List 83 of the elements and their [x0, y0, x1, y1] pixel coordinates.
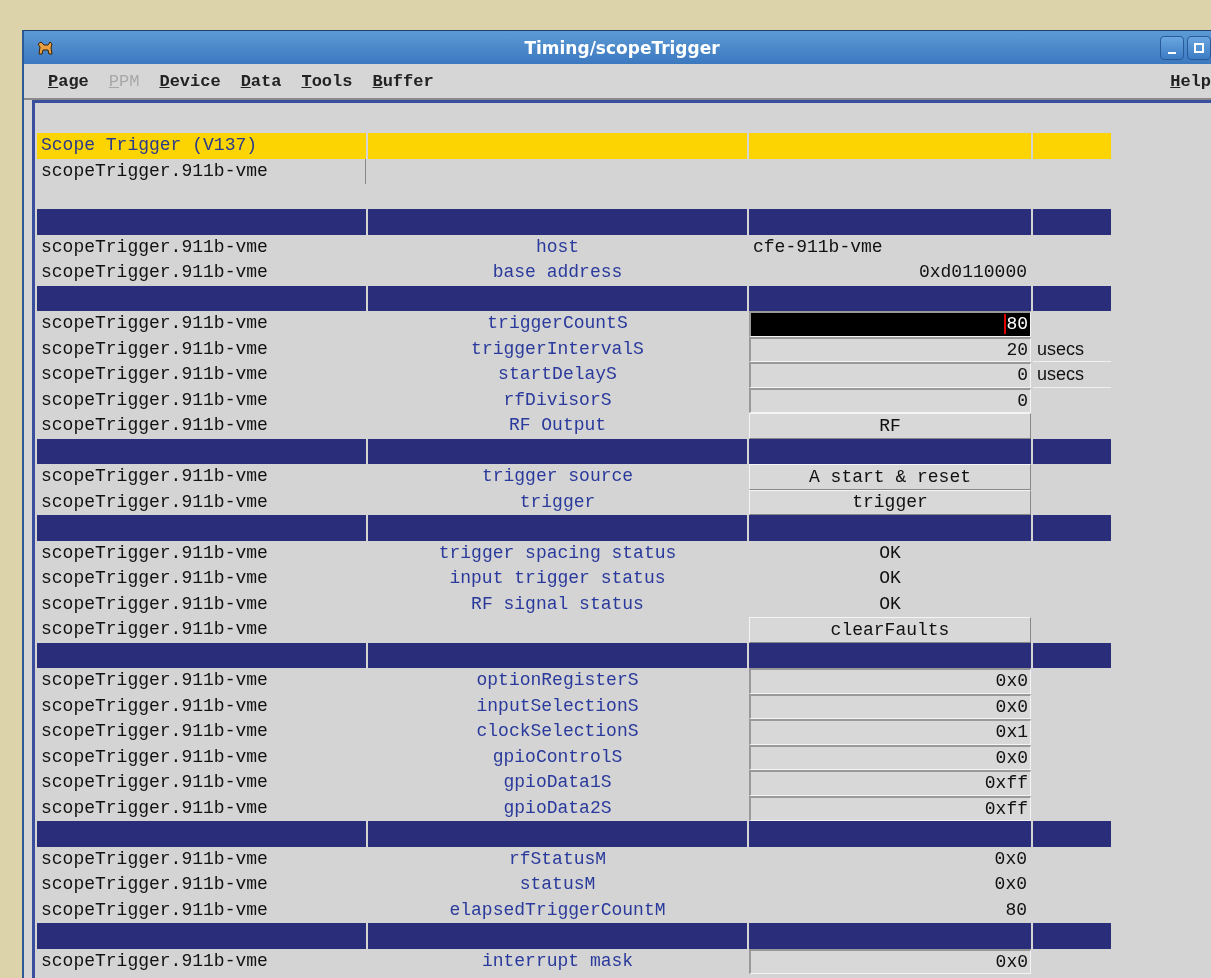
device-name: scopeTrigger.911b-vme	[40, 694, 269, 718]
property-label: host	[534, 235, 581, 259]
device-name: scopeTrigger.911b-vme	[40, 567, 269, 590]
property-label: elapsedTriggerCountM	[448, 898, 667, 922]
property-label: triggerIntervalS	[470, 337, 645, 361]
device-name: scopeTrigger.911b-vme	[37, 158, 366, 184]
device-name: scopeTrigger.911b-vme	[40, 337, 269, 361]
menu-item[interactable]: Tools	[301, 71, 353, 91]
property-label: startDelayS	[497, 363, 618, 386]
menu-item[interactable]: Help	[1170, 71, 1211, 91]
value-button[interactable]: trigger	[749, 489, 1031, 515]
value-field[interactable]: 0x0	[749, 948, 1031, 974]
value-field[interactable]: 80	[749, 311, 1031, 337]
device-name: scopeTrigger.911b-vme	[40, 618, 269, 641]
value-field[interactable]: 20	[749, 336, 1031, 362]
property-label: triggerCountS	[486, 312, 629, 335]
value-text: 80	[1004, 898, 1028, 922]
maximize-button[interactable]	[1187, 35, 1211, 60]
unit-label: usecs	[1033, 336, 1111, 362]
property-label: optionRegisterS	[475, 669, 640, 692]
property-label: input trigger status	[448, 567, 667, 590]
maximize-icon	[1194, 42, 1204, 53]
property-label: gpioControlS	[491, 745, 624, 769]
device-name: scopeTrigger.911b-vme	[40, 796, 269, 820]
value-text: 0xd0110000	[917, 261, 1028, 284]
device-name: scopeTrigger.911b-vme	[40, 235, 269, 259]
property-label: clockSelectionS	[475, 720, 640, 743]
value-button[interactable]: clearFaults	[749, 617, 1031, 643]
device-name: scopeTrigger.911b-vme	[40, 541, 269, 565]
unit-label: usecs	[1033, 362, 1111, 388]
value-button[interactable]: A start & reset	[749, 464, 1031, 490]
device-name: scopeTrigger.911b-vme	[40, 873, 269, 896]
device-name: scopeTrigger.911b-vme	[40, 771, 269, 794]
device-name: scopeTrigger.911b-vme	[40, 898, 269, 922]
menu-item[interactable]: Data	[240, 71, 282, 91]
value-field[interactable]: 0	[749, 387, 1031, 413]
property-label: statusM	[518, 873, 597, 896]
minimize-button[interactable]	[1160, 35, 1184, 60]
device-name: scopeTrigger.911b-vme	[40, 465, 269, 488]
status-value: OK	[878, 592, 902, 616]
value-text: 0x0	[993, 847, 1028, 871]
device-name: scopeTrigger.911b-vme	[40, 414, 269, 437]
value-field[interactable]: 0x0	[749, 693, 1031, 719]
value-field[interactable]: 0x0	[749, 744, 1031, 770]
value-text: cfe-911b-vme	[752, 235, 884, 259]
device-name: scopeTrigger.911b-vme	[40, 592, 269, 616]
status-value: OK	[878, 567, 902, 590]
device-name: scopeTrigger.911b-vme	[40, 669, 269, 692]
menu-item[interactable]: Device	[159, 71, 221, 91]
menu-item[interactable]: Buffer	[372, 71, 434, 91]
property-label: base address	[491, 261, 624, 284]
property-label: gpioData2S	[502, 796, 613, 820]
property-label: gpioData1S	[502, 771, 613, 794]
property-label: trigger spacing status	[437, 541, 678, 565]
property-label: inputSelectionS	[475, 694, 640, 718]
property-label: trigger	[518, 490, 597, 514]
device-name: scopeTrigger.911b-vme	[40, 847, 269, 871]
device-name: scopeTrigger.911b-vme	[40, 388, 269, 412]
value-field[interactable]: 0x1	[749, 719, 1031, 745]
window-title: Timing/scopeTrigger	[523, 37, 721, 58]
value-field[interactable]: 0xff	[749, 795, 1031, 821]
property-label: RF signal status	[470, 592, 645, 616]
value-text: 0x0	[993, 873, 1028, 896]
property-label: RF Output	[507, 414, 608, 437]
device-name: scopeTrigger.911b-vme	[40, 261, 269, 284]
device-name: scopeTrigger.911b-vme	[40, 490, 269, 514]
property-label: rfStatusM	[507, 847, 608, 871]
status-value: OK	[878, 541, 902, 565]
device-name: scopeTrigger.911b-vme	[40, 745, 269, 769]
device-name: scopeTrigger.911b-vme	[40, 720, 269, 743]
device-name: scopeTrigger.911b-vme	[40, 312, 269, 335]
value-field[interactable]: 0xff	[749, 770, 1031, 796]
device-name: scopeTrigger.911b-vme	[40, 363, 269, 386]
menu-item[interactable]: Page	[48, 71, 89, 91]
minimize-icon	[1168, 51, 1176, 54]
value-field[interactable]: 0	[749, 362, 1031, 388]
property-label: interrupt mask	[480, 949, 635, 973]
property-label: rfDivisorS	[502, 388, 613, 412]
property-label: trigger source	[480, 465, 635, 488]
value-field[interactable]: 0x0	[749, 668, 1031, 694]
page-title: Scope Trigger (V137)	[37, 133, 366, 159]
value-button[interactable]: RF	[749, 413, 1031, 439]
device-name: scopeTrigger.911b-vme	[40, 949, 269, 973]
